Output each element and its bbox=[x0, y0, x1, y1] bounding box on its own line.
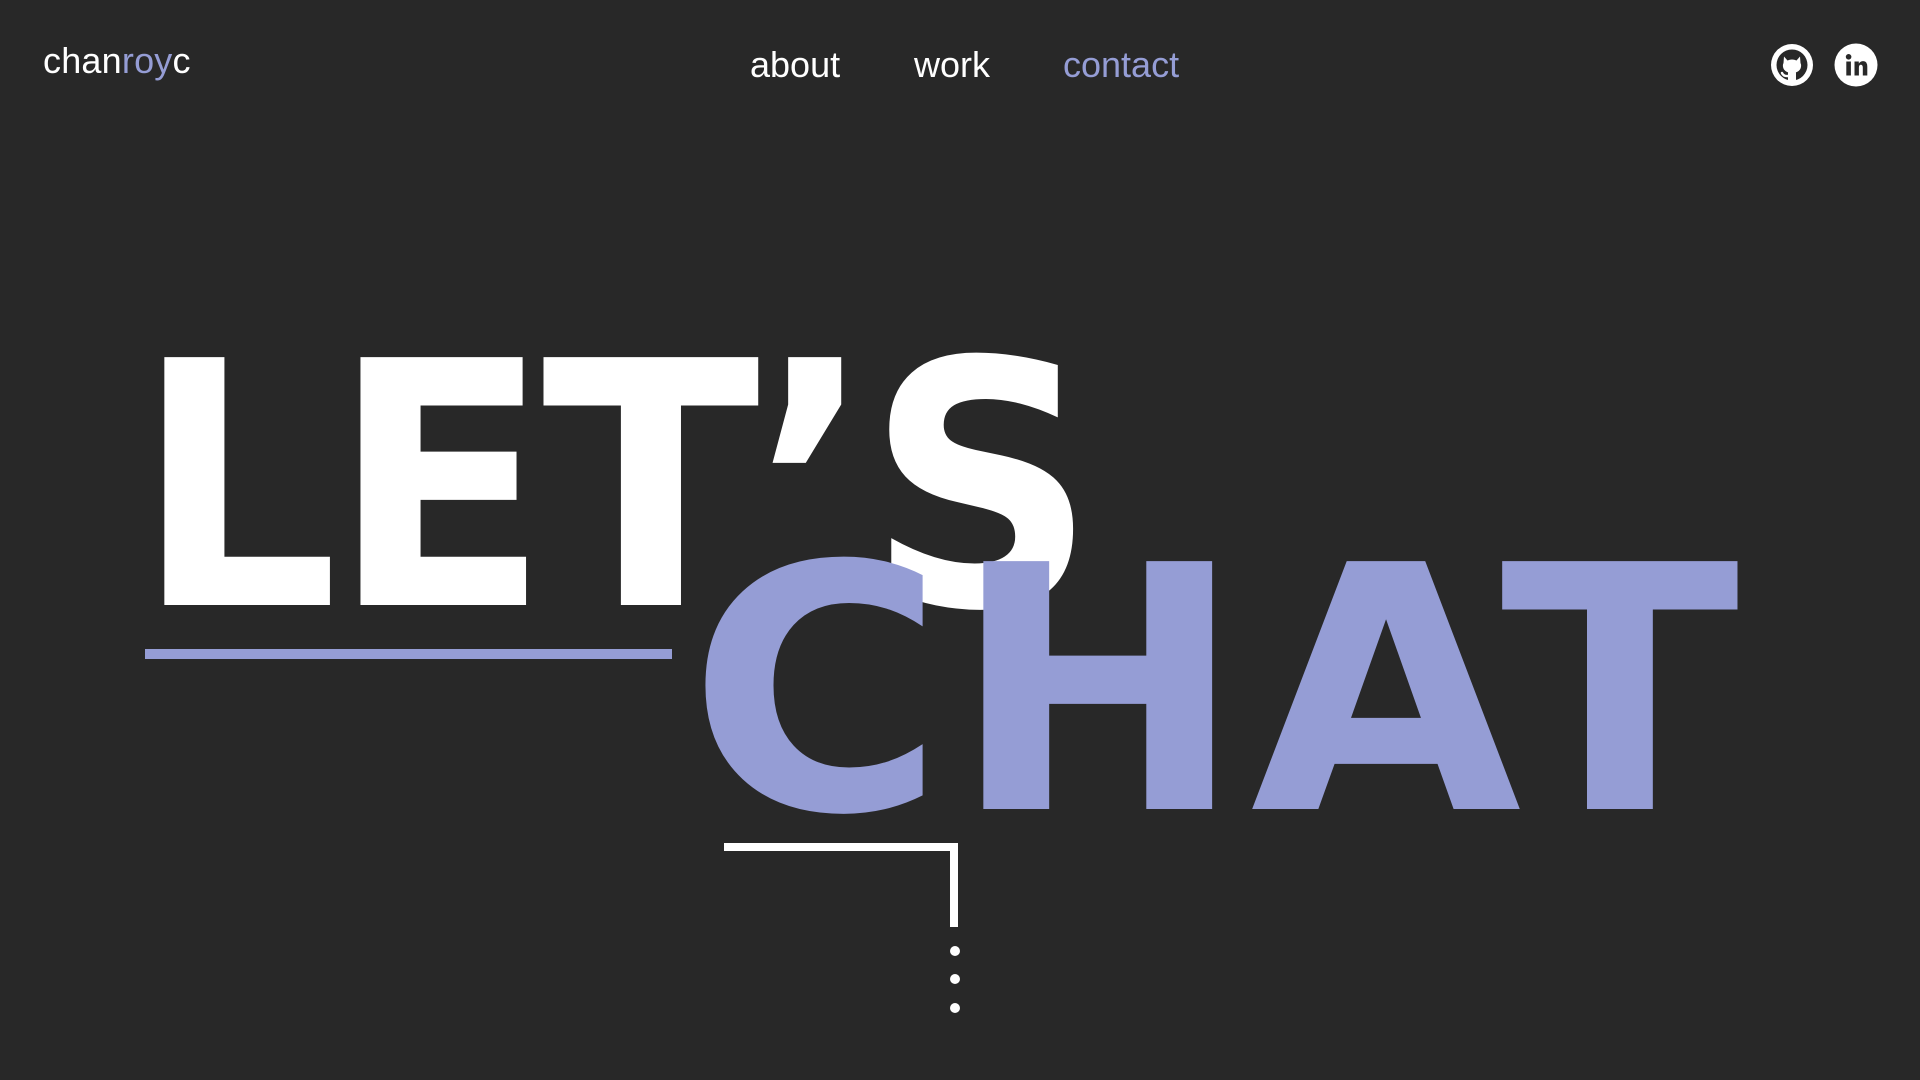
github-link[interactable] bbox=[1769, 42, 1815, 88]
main-nav: about work contact bbox=[0, 42, 1920, 88]
headline-chat: CHAT bbox=[688, 494, 1746, 890]
github-icon bbox=[1771, 44, 1813, 86]
nav-link-work[interactable]: work bbox=[914, 42, 990, 88]
scroll-dot-1 bbox=[950, 946, 960, 956]
headline-underline bbox=[145, 649, 672, 659]
linkedin-link[interactable] bbox=[1833, 42, 1879, 88]
scroll-dot-2 bbox=[950, 974, 960, 984]
corner-bracket-decoration bbox=[724, 843, 958, 927]
nav-link-contact[interactable]: contact bbox=[1063, 42, 1179, 88]
linkedin-icon bbox=[1834, 43, 1878, 87]
scroll-dot-3 bbox=[950, 1003, 960, 1013]
nav-link-about[interactable]: about bbox=[750, 42, 840, 88]
